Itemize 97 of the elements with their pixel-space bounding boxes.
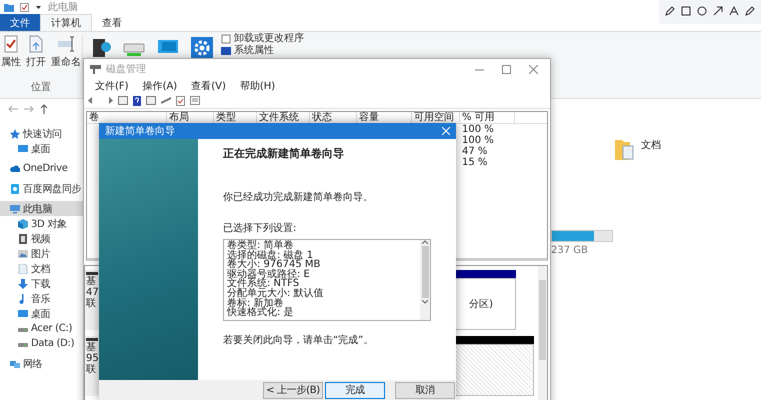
up-arrow-icon[interactable]	[40, 104, 48, 114]
document-folder-icon	[615, 138, 635, 162]
nav-item[interactable]: OneDrive	[0, 161, 83, 176]
forward-arrow-icon[interactable]	[24, 104, 34, 112]
dialog-button[interactable]: 取消	[395, 382, 455, 398]
dialog-button[interactable]: 完成	[325, 382, 385, 398]
ribbon-link[interactable]: 系统属性	[221, 45, 274, 56]
maximize-icon[interactable]	[502, 64, 511, 74]
ribbon-button[interactable]: 重命名	[50, 35, 82, 69]
menu-item[interactable]: 文件(F)	[92, 79, 132, 93]
scroll-down-icon	[422, 300, 428, 304]
settings-line: 驱动器号或路径: E	[227, 270, 311, 280]
settings-icon[interactable]	[191, 37, 213, 59]
table-cell-text: 47 %	[461, 146, 488, 157]
document-icon	[18, 264, 28, 274]
picture-icon	[18, 248, 28, 258]
scrollbar[interactable]	[420, 240, 430, 320]
download-arrow-icon	[18, 278, 28, 288]
menu-item[interactable]: 查看(V)	[188, 79, 229, 93]
column-header[interactable]: % 可用	[460, 112, 515, 123]
wizard-hint: 若要关闭此向导，请单击“完成”。	[223, 334, 374, 347]
cloud-icon	[10, 164, 20, 174]
monitor-icon	[18, 144, 28, 154]
ribbon-tab[interactable]: 查看	[92, 14, 132, 31]
settings-line: 卷大小: 976745 MB	[227, 260, 322, 270]
nav-item[interactable]: 音乐	[0, 291, 83, 306]
scrollbar[interactable]	[538, 266, 547, 400]
program-box-icon	[221, 34, 231, 44]
nav-item[interactable]: 快速访问	[0, 126, 83, 141]
star-icon	[10, 128, 20, 138]
drive-size: 237 GB	[551, 245, 589, 256]
close-icon[interactable]	[529, 64, 538, 74]
help-icon[interactable]	[133, 96, 141, 106]
table-cell-text: 100 %	[461, 135, 494, 146]
ribbon-button[interactable]: 打开	[25, 35, 47, 69]
network-icon	[10, 358, 20, 368]
nav-item[interactable]: 文档	[0, 261, 83, 276]
panel-icon[interactable]	[146, 96, 156, 105]
open-file-icon	[27, 35, 45, 53]
disk-info-text: 联	[86, 298, 97, 309]
wizard-message: 你已经成功完成新建简单卷向导。	[223, 190, 374, 204]
disk-info-text: 95	[86, 353, 100, 364]
rename-icon	[57, 35, 75, 53]
file-menu-tab[interactable]: 文件	[0, 14, 40, 31]
nav-item[interactable]: 百度网盘同步	[0, 181, 83, 196]
circle-icon[interactable]	[697, 6, 707, 16]
settings-line: 卷类型: 简单卷	[227, 241, 294, 251]
list-icon[interactable]	[190, 96, 200, 105]
ribbon-link[interactable]: 卸载或更改程序	[221, 33, 304, 44]
scroll-up-icon	[422, 240, 428, 244]
table-cell-text: 15 %	[461, 157, 488, 168]
cube-icon	[18, 218, 28, 228]
wizard-heading: 正在完成新建简单卷向导	[223, 146, 345, 161]
menu-item[interactable]: 操作(A)	[140, 79, 180, 93]
marker-icon[interactable]	[745, 6, 755, 16]
settings-line: 快速格式化: 是	[227, 308, 295, 318]
table-cell-text: 100 %	[461, 124, 494, 135]
partition-text: 分区)	[469, 298, 493, 311]
disk-info-text: 基	[86, 276, 97, 287]
text-tool-icon[interactable]	[729, 6, 739, 16]
ribbon-button[interactable]: 属性	[0, 35, 22, 69]
nav-item[interactable]: 视频	[0, 231, 83, 246]
window-title: 磁盘管理	[106, 63, 146, 76]
computer-icon	[10, 204, 20, 214]
ribbon-tab[interactable]: 计算机	[40, 14, 92, 31]
settings-line: 选择的磁盘: 磁盘 1	[227, 250, 314, 260]
dialog-title: 新建简单卷向导	[105, 124, 175, 138]
settings-line: 文件系统: NTFS	[227, 279, 300, 289]
disk-info-text: 基	[86, 342, 97, 353]
settings-line: 分配单元大小: 默认值	[227, 288, 325, 299]
rectangle-icon[interactable]	[681, 6, 691, 16]
back-arrow-icon[interactable]	[8, 104, 18, 112]
nav-item[interactable]: Data (D:)	[0, 336, 83, 351]
window-title: 此电脑	[48, 0, 78, 14]
check-document-icon[interactable]	[176, 96, 185, 106]
nav-item[interactable]: 下载	[0, 276, 83, 291]
nav-item[interactable]: 此电脑	[0, 201, 83, 216]
settings-label: 已选择下列设置:	[223, 222, 298, 235]
disk-info-text: 联	[86, 364, 97, 375]
panel-icon[interactable]	[118, 96, 128, 105]
film-icon	[18, 234, 28, 244]
nav-item[interactable]: 3D 对象	[0, 216, 83, 231]
nav-item[interactable]: Acer (C:)	[0, 321, 83, 336]
nav-item[interactable]: 桌面	[0, 141, 83, 156]
checkmark-icon[interactable]	[20, 2, 29, 12]
nav-item[interactable]: 网络	[0, 356, 83, 371]
menu-item[interactable]: 帮助(H)	[236, 79, 278, 93]
monitor-icon	[18, 308, 28, 318]
group-label: 位置	[31, 80, 51, 94]
pencil-icon[interactable]	[665, 6, 675, 16]
disk-info-text: 47	[86, 287, 100, 298]
nav-item[interactable]: 桌面	[0, 306, 83, 321]
dialog-button[interactable]: < 上一步(B)	[263, 382, 323, 398]
folder-label: 文档	[641, 138, 661, 152]
nav-item[interactable]: 图片	[0, 246, 83, 261]
folder-icon	[4, 2, 14, 12]
arrow-icon[interactable]	[713, 6, 723, 16]
